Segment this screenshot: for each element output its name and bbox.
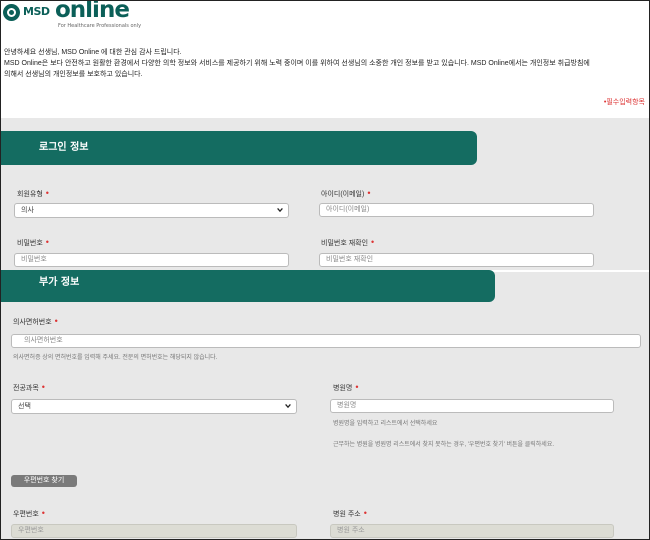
specialty-select[interactable]: 선택	[11, 399, 297, 414]
specialty-value: 선택	[18, 403, 31, 410]
password-label-text: 비밀번호	[17, 240, 43, 247]
password-input[interactable]: 비밀번호	[14, 253, 289, 267]
specialty-label-text: 전공과목	[13, 385, 39, 392]
intro-line-1: 안녕하세요 선생님, MSD Online 에 대한 관심 감사 드립니다.	[4, 49, 182, 56]
license-input[interactable]: 의사면허번호	[11, 334, 641, 348]
zipcode-input: 우편번호	[11, 524, 297, 538]
member-type-select[interactable]: 의사	[14, 203, 289, 218]
site-header: MSD online For Healthcare Professionals …	[1, 1, 649, 36]
zipcode-label: 우편번호 •	[13, 508, 45, 519]
login-info-title: 로그인 정보	[1, 131, 477, 165]
intro-text: 안녕하세요 선생님, MSD Online 에 대한 관심 감사 드립니다. M…	[4, 47, 649, 80]
license-help-text: 의사면허증 상의 면허번호를 입력해 주세요. 전문의 면허번호는 해당되지 않…	[13, 355, 218, 361]
license-label: 의사면허번호 •	[13, 316, 58, 327]
password-confirm-label: 비밀번호 재확인 •	[321, 237, 374, 248]
zipcode-label-text: 우편번호	[13, 511, 39, 518]
required-marker: •	[355, 382, 359, 392]
intro-line-2: MSD Online은 보다 안전하고 원활한 환경에서 다양한 의학 정보와 …	[4, 60, 590, 67]
required-marker: •	[367, 188, 371, 198]
hospital-label: 병원명 •	[333, 382, 358, 393]
password-confirm-input[interactable]: 비밀번호 재확인	[319, 253, 594, 267]
chevron-down-icon	[285, 403, 291, 409]
msd-online-logo[interactable]: MSD online For Healthcare Professionals …	[3, 0, 143, 33]
user-id-label: 아이디(이메일) •	[321, 188, 370, 199]
license-label-text: 의사면허번호	[13, 319, 52, 326]
login-info-section: 로그인 정보 회원유형 • 의사 아이디(이메일) • 아이디(이메일) 비밀번호 •…	[1, 118, 649, 270]
logo-online-text: online	[55, 0, 130, 23]
extra-info-title: 부가 정보	[1, 270, 495, 302]
chevron-down-icon	[277, 207, 283, 213]
address-input: 병원 주소	[330, 524, 614, 538]
address-label-text: 병원 주소	[333, 511, 361, 518]
required-marker: •	[41, 508, 45, 518]
page-frame: MSD online For Healthcare Professionals …	[0, 0, 650, 540]
logo-tagline: For Healthcare Professionals only	[58, 23, 142, 29]
address-label: 병원 주소 •	[333, 508, 367, 519]
hospital-help-text-2: 근무하는 병원을 병원명 리스트에서 찾지 못하는 경우, '우편번호 찾기' …	[333, 442, 555, 448]
zip-search-button[interactable]: 우편번호 찾기	[11, 475, 77, 487]
intro-line-3: 의해서 선생님의 개인정보를 보호하고 있습니다.	[4, 71, 143, 78]
user-id-label-text: 아이디(이메일)	[321, 191, 365, 198]
member-type-label: 회원유형 •	[17, 188, 49, 199]
required-marker: •	[363, 508, 367, 518]
password-confirm-label-text: 비밀번호 재확인	[321, 240, 369, 247]
password-label: 비밀번호 •	[17, 237, 49, 248]
required-fields-note: •필수입력항목	[603, 99, 645, 106]
hospital-help-text-1: 병원명을 입력하고 리스트에서 선택하세요	[333, 421, 438, 427]
member-type-label-text: 회원유형	[17, 191, 43, 198]
required-marker: •	[371, 237, 375, 247]
hospital-label-text: 병원명	[333, 385, 353, 392]
required-marker: •	[54, 316, 58, 326]
member-type-value: 의사	[21, 207, 34, 214]
extra-info-section: 부가 정보 의사면허번호 • 의사면허번호 의사면허증 상의 면허번호를 입력해 …	[1, 270, 649, 539]
hospital-input[interactable]: 병원명	[330, 399, 614, 413]
msd-logo-icon	[3, 4, 20, 21]
required-marker: •	[45, 188, 49, 198]
required-marker: •	[45, 237, 49, 247]
logo-brand-text: MSD	[23, 5, 50, 18]
user-id-input[interactable]: 아이디(이메일)	[319, 203, 594, 217]
specialty-label: 전공과목 •	[13, 382, 45, 393]
required-marker: •	[41, 382, 45, 392]
